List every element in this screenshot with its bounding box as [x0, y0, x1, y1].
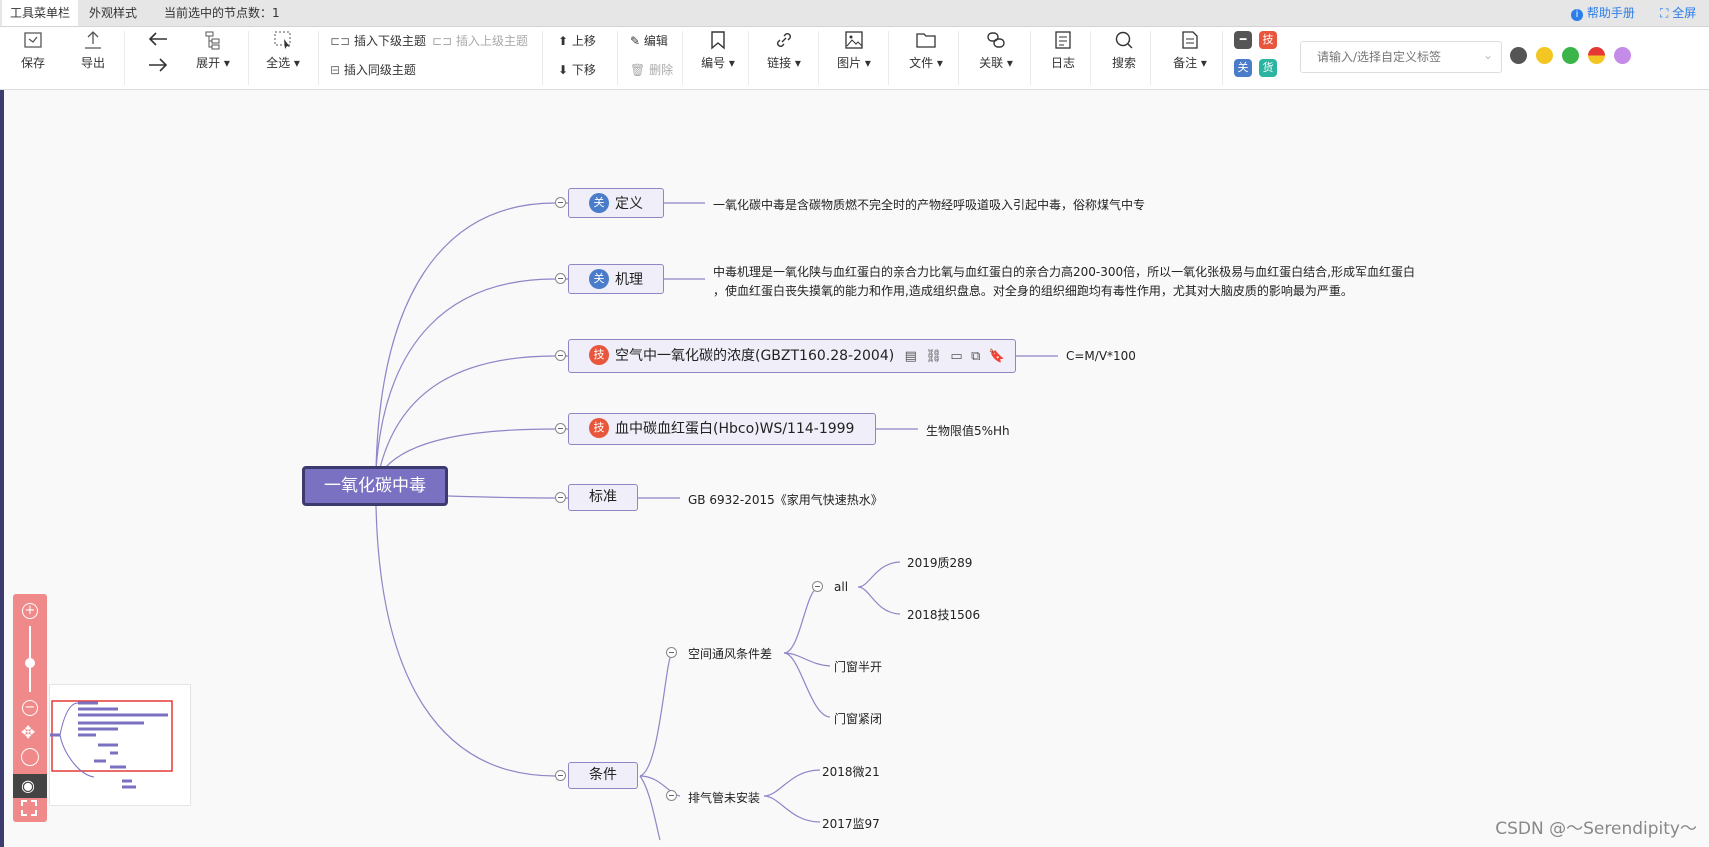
collapse-toggle[interactable]: [555, 423, 566, 434]
zoom-panel: + − ✥ ◉: [13, 594, 47, 822]
exhaust-pipe-node[interactable]: 排气管未安装: [688, 789, 760, 806]
collapse-toggle[interactable]: [555, 492, 566, 503]
minimap[interactable]: [49, 684, 191, 806]
root-topic[interactable]: 一氧化碳中毒: [302, 466, 448, 506]
bookmark-icon[interactable]: 🔖: [989, 349, 1005, 364]
relation-tag-icon: 关: [589, 193, 609, 213]
case-node[interactable]: 2018微21: [822, 763, 880, 780]
topic-label: 空气中一氧化碳的浓度(GBZT160.28-2004): [615, 348, 895, 364]
all-node[interactable]: all: [834, 580, 848, 594]
case-node[interactable]: 2017监97: [822, 815, 880, 832]
zoom-slider-handle[interactable]: [25, 658, 35, 668]
topic-label: 机理: [615, 272, 643, 288]
window-half-open-node[interactable]: 门窗半开: [834, 658, 882, 675]
topic-label: 血中碳血红蛋白(Hbco)WS/114-1999: [615, 421, 855, 437]
preview-toggle[interactable]: ◉: [13, 774, 47, 798]
mechanism-detail-line1[interactable]: 中毒机理是一氧化陕与血红蛋白的亲合力比氧与血红蛋白的亲合力高200-300倍，所…: [713, 263, 1415, 280]
tech-tag-icon: 技: [589, 418, 609, 438]
collapse-toggle[interactable]: [812, 581, 823, 592]
relation-tag-icon: 关: [589, 269, 609, 289]
biological-limit-detail[interactable]: 生物限值5%Hh: [926, 422, 1010, 439]
move-icon[interactable]: ✥: [21, 723, 35, 743]
minimap-preview: [50, 700, 173, 789]
topic-conditions[interactable]: 条件: [568, 762, 638, 789]
mechanism-detail-line2[interactable]: ，使血红蛋白丧失摸氧的能力和作用,造成组织盘息。对全身的组织细跑均有毒性作用，尤…: [713, 282, 1353, 299]
eye-icon: ◉: [21, 776, 35, 795]
topic-definition[interactable]: 关定义: [568, 188, 664, 218]
collapse-toggle[interactable]: [555, 197, 566, 208]
collapse-toggle[interactable]: [555, 350, 566, 361]
tech-tag-icon: 技: [589, 345, 609, 365]
collapse-toggle[interactable]: [666, 790, 677, 801]
link-icon[interactable]: ⛓: [925, 349, 942, 364]
folder-icon[interactable]: ▭: [950, 349, 962, 364]
collapse-toggle[interactable]: [555, 770, 566, 781]
topic-label: 定义: [615, 196, 643, 212]
zoom-out-icon[interactable]: −: [22, 700, 38, 716]
collapse-toggle[interactable]: [555, 273, 566, 284]
fit-screen-icon[interactable]: [21, 800, 37, 816]
poor-ventilation-node[interactable]: 空间通风条件差: [688, 645, 772, 662]
case-node[interactable]: 2018技1506: [907, 606, 980, 623]
relate-icon[interactable]: ⧉: [971, 349, 980, 364]
window-closed-node[interactable]: 门窗紧闭: [834, 710, 882, 727]
note-icon[interactable]: ▤: [905, 349, 917, 364]
definition-detail[interactable]: 一氧化碳中毒是含碳物质燃不完全时的产物经呼吸道吸入引起中毒，俗称煤气中专: [713, 196, 1145, 213]
formula-detail[interactable]: C=M/V*100: [1066, 349, 1136, 363]
topic-label: 标准: [589, 489, 617, 505]
topic-standard[interactable]: 标准: [568, 484, 638, 511]
zoom-in-icon[interactable]: +: [22, 603, 38, 619]
case-node[interactable]: 2019质289: [907, 554, 972, 571]
topic-air-concentration[interactable]: 技空气中一氧化碳的浓度(GBZT160.28-2004) ▤ ⛓ ▭ ⧉ 🔖: [568, 339, 1016, 373]
collapse-toggle[interactable]: [666, 647, 677, 658]
standard-detail[interactable]: GB 6932-2015《家用气快速热水》: [688, 491, 883, 508]
topic-mechanism[interactable]: 关机理: [568, 264, 664, 294]
watermark: CSDN @～Serendipity～: [1495, 819, 1697, 839]
locate-icon[interactable]: [21, 748, 39, 766]
topic-blood-carboxyhemoglobin[interactable]: 技血中碳血红蛋白(Hbco)WS/114-1999: [568, 413, 876, 445]
topic-label: 条件: [589, 767, 617, 783]
